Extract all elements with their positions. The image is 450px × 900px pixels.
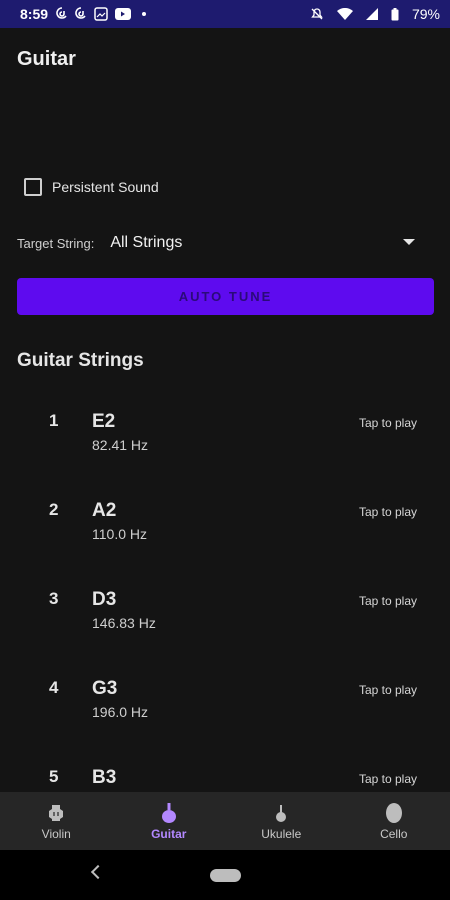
string-note: B3 — [92, 767, 117, 788]
page-title: Guitar — [17, 48, 76, 70]
violin-icon — [45, 802, 67, 824]
string-frequency: 82.41 Hz — [92, 437, 149, 453]
string-note: D3 — [92, 589, 117, 610]
bottom-nav: Violin Guitar Ukulele Cello — [0, 792, 450, 850]
persistent-sound-label: Persistent Sound — [52, 179, 159, 195]
auto-tune-button[interactable]: AUTO TUNE — [17, 278, 434, 315]
wifi-icon — [336, 8, 353, 20]
chevron-down-icon[interactable] — [403, 239, 415, 245]
string-frequency: 146.83 Hz — [92, 615, 156, 631]
battery-percent: 79% — [411, 6, 440, 22]
tab-guitar[interactable]: Guitar — [113, 792, 226, 850]
tap-to-play-label[interactable]: Tap to play — [359, 416, 417, 430]
ukulele-icon — [270, 802, 292, 824]
string-index: 5 — [49, 767, 59, 786]
list-item[interactable]: 1 E2 82.41 Hz Tap to play — [0, 395, 450, 484]
tab-cello[interactable]: Cello — [338, 792, 450, 850]
persistent-sound-row[interactable]: Persistent Sound — [24, 178, 159, 196]
string-frequency: 110.0 Hz — [92, 526, 147, 542]
string-index: 2 — [49, 500, 59, 519]
tab-violin[interactable]: Violin — [0, 792, 113, 850]
home-pill[interactable] — [210, 869, 241, 882]
target-string-label: Target String: — [17, 235, 95, 251]
tap-to-play-label[interactable]: Tap to play — [359, 772, 417, 786]
string-list: 1 E2 82.41 Hz Tap to play 2 A2 110.0 Hz … — [0, 395, 450, 792]
status-bar: 8:59 79% — [0, 0, 450, 28]
list-item[interactable]: 2 A2 110.0 Hz Tap to play — [0, 484, 450, 573]
tap-to-play-label[interactable]: Tap to play — [359, 505, 417, 519]
string-note: E2 — [92, 411, 116, 432]
threads-icon — [75, 7, 87, 21]
tap-to-play-label[interactable]: Tap to play — [359, 683, 417, 697]
section-title: Guitar Strings — [17, 350, 144, 371]
tap-to-play-label[interactable]: Tap to play — [359, 594, 417, 608]
tab-label: Violin — [41, 826, 71, 841]
system-nav-bar — [0, 850, 450, 900]
tab-label: Guitar — [151, 826, 187, 841]
dot-icon — [142, 12, 147, 16]
list-item[interactable]: 3 D3 146.83 Hz Tap to play — [0, 573, 450, 662]
string-index: 4 — [49, 678, 59, 697]
back-icon[interactable] — [90, 864, 106, 880]
list-item[interactable]: 5 B3 Tap to play — [0, 751, 450, 792]
status-time: 8:59 — [20, 6, 49, 22]
tab-label: Ukulele — [261, 826, 302, 841]
youtube-icon — [115, 8, 132, 20]
threads-icon — [56, 7, 68, 21]
cello-icon — [383, 802, 405, 824]
target-string-row: Target String: All Strings — [17, 230, 417, 256]
guitar-icon — [158, 802, 180, 824]
target-string-select[interactable]: All Strings — [110, 234, 182, 252]
string-note: G3 — [92, 678, 118, 699]
signal-icon — [365, 8, 378, 20]
persistent-sound-checkbox[interactable] — [24, 178, 42, 196]
string-index: 1 — [49, 411, 59, 430]
string-index: 3 — [49, 589, 59, 608]
string-frequency: 196.0 Hz — [92, 704, 149, 720]
photos-icon — [94, 7, 108, 21]
tuner-screen: 8:59 79% Guitar Persistent Sound Target … — [0, 0, 450, 900]
mute-icon — [310, 7, 324, 21]
string-note: A2 — [92, 500, 117, 521]
battery-icon — [391, 7, 399, 21]
tab-ukulele[interactable]: Ukulele — [225, 792, 338, 850]
tab-label: Cello — [380, 826, 408, 841]
list-item[interactable]: 4 G3 196.0 Hz Tap to play — [0, 662, 450, 751]
